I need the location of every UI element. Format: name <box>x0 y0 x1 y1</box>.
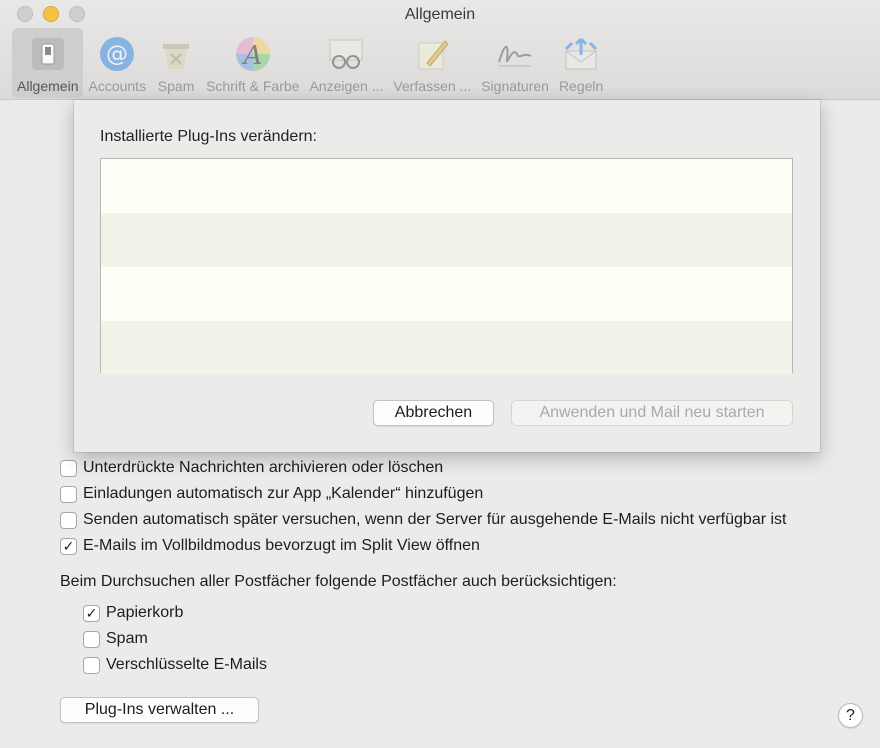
tab-anzeigen[interactable]: Anzeigen ... <box>304 28 388 98</box>
tab-label: Schrift & Farbe <box>206 78 300 94</box>
checkbox-checked[interactable]: ✓ <box>60 537 77 555</box>
preferences-toolbar: Allgemein @ Accounts Spam A Schrift & Fa… <box>12 28 608 98</box>
tab-label: Accounts <box>88 78 147 94</box>
option-label: Senden automatisch später versuchen, wen… <box>83 511 787 528</box>
option-label: E-Mails im Vollbildmodus bevorzugt im Sp… <box>83 537 480 554</box>
pencil-paper-icon <box>412 34 452 74</box>
plugin-list[interactable] <box>100 158 793 375</box>
option-label: Spam <box>106 630 148 647</box>
option-encrypted[interactable]: Verschlüsselte E-Mails <box>83 652 267 678</box>
signature-icon <box>495 34 535 74</box>
trash-bin-icon <box>156 34 196 74</box>
options-list: Unterdrückte Nachrichten archivieren ode… <box>60 455 787 559</box>
option-calendar-invites[interactable]: Einladungen automatisch zur App „Kalende… <box>60 481 787 507</box>
option-papierkorb[interactable]: ✓ Papierkorb <box>83 600 267 626</box>
option-label: Verschlüsselte E-Mails <box>106 656 267 673</box>
option-label: Unterdrückte Nachrichten archivieren ode… <box>83 459 444 476</box>
tab-allgemein[interactable]: Allgemein <box>12 28 84 98</box>
checkmark-icon: ✓ <box>85 605 98 621</box>
titlebar: Allgemein Allgemein @ Accounts Spam A Sc… <box>0 0 880 100</box>
tab-signaturen[interactable]: Signaturen <box>476 28 554 98</box>
list-item[interactable] <box>101 159 792 213</box>
switch-icon <box>28 34 68 74</box>
svg-text:A: A <box>241 41 262 71</box>
tab-regeln[interactable]: Regeln <box>554 28 608 98</box>
list-item[interactable] <box>101 213 792 267</box>
search-mailboxes-list: ✓ Papierkorb Spam Verschlüsselte E-Mails <box>83 600 267 678</box>
checkbox-checked[interactable]: ✓ <box>83 604 100 622</box>
glasses-icon <box>326 34 366 74</box>
option-label: Papierkorb <box>106 604 184 621</box>
help-button[interactable]: ? <box>838 703 863 728</box>
apply-restart-button[interactable]: Anwenden und Mail neu starten <box>511 400 793 426</box>
tab-schrift-farbe[interactable]: A Schrift & Farbe <box>201 28 304 98</box>
tab-accounts[interactable]: @ Accounts <box>83 28 151 98</box>
cancel-button[interactable]: Abbrechen <box>373 400 494 426</box>
manage-plugins-button[interactable]: Plug-Ins verwalten ... <box>60 697 259 723</box>
list-item[interactable] <box>101 321 792 375</box>
option-spam[interactable]: Spam <box>83 626 267 652</box>
tab-label: Regeln <box>558 78 604 94</box>
option-label: Einladungen automatisch zur App „Kalende… <box>83 485 484 502</box>
rules-envelope-icon <box>561 34 601 74</box>
window-title: Allgemein <box>404 6 476 23</box>
tab-label: Signaturen <box>481 78 549 94</box>
checkbox[interactable] <box>60 459 77 477</box>
list-item[interactable] <box>101 267 792 321</box>
tab-label: Verfassen ... <box>393 78 472 94</box>
tab-label: Spam <box>157 78 195 94</box>
tab-label: Allgemein <box>17 78 79 94</box>
option-archive-blocked[interactable]: Unterdrückte Nachrichten archivieren ode… <box>60 455 787 481</box>
sheet-title: Installierte Plug-Ins verändern: <box>100 128 317 145</box>
checkbox[interactable] <box>60 485 77 503</box>
svg-text:@: @ <box>106 42 128 67</box>
at-sign-icon: @ <box>97 34 137 74</box>
checkmark-icon: ✓ <box>62 538 75 554</box>
tab-label: Anzeigen ... <box>309 78 384 94</box>
checkbox[interactable] <box>83 656 100 674</box>
tab-spam[interactable]: Spam <box>151 28 201 98</box>
tab-verfassen[interactable]: Verfassen ... <box>388 28 476 98</box>
font-color-icon: A <box>233 34 273 74</box>
plugins-sheet: Installierte Plug-Ins verändern: Abbrech… <box>74 100 820 452</box>
checkbox[interactable] <box>60 511 77 529</box>
search-section-label: Beim Durchsuchen aller Postfächer folgen… <box>60 573 617 590</box>
option-split-view[interactable]: ✓ E-Mails im Vollbildmodus bevorzugt im … <box>60 533 787 559</box>
option-retry-send[interactable]: Senden automatisch später versuchen, wen… <box>60 507 787 533</box>
checkbox[interactable] <box>83 630 100 648</box>
